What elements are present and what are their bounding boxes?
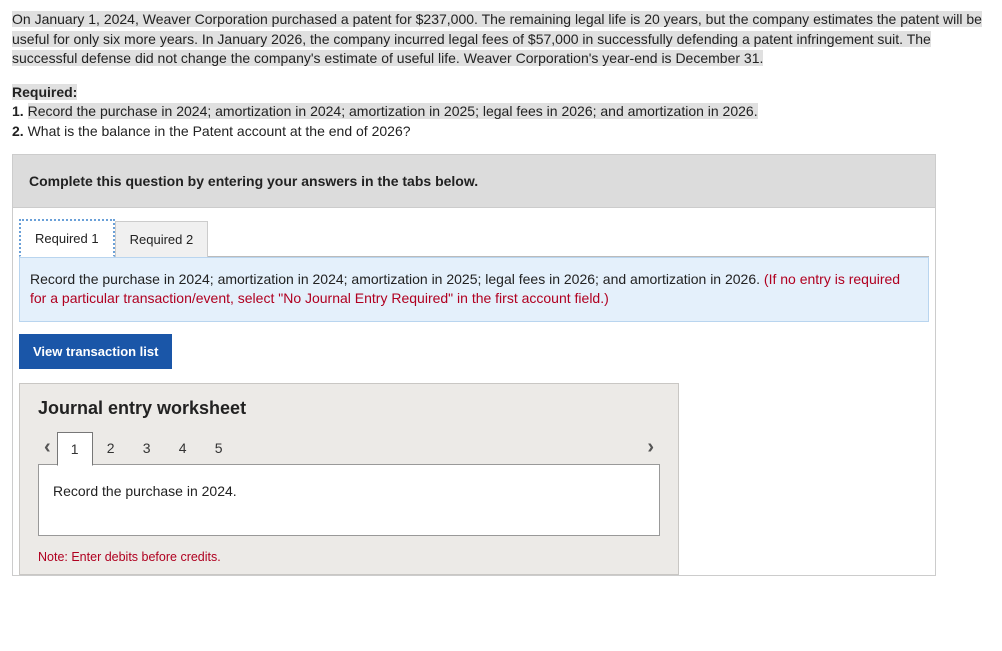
step-label: 2 <box>107 440 115 456</box>
worksheet-note: Note: Enter debits before credits. <box>38 550 660 564</box>
step-label: 3 <box>143 440 151 456</box>
required-text-2: What is the balance in the Patent accoun… <box>28 123 411 139</box>
view-transaction-list-button[interactable]: View transaction list <box>19 334 172 369</box>
tab-required-2[interactable]: Required 2 <box>115 221 209 257</box>
worksheet-nav: ‹ 1 2 3 4 5 › <box>38 431 660 465</box>
tab-label: Required 2 <box>130 232 194 247</box>
problem-text: On January 1, 2024, Weaver Corporation p… <box>12 11 982 66</box>
journal-entry-worksheet: Journal entry worksheet ‹ 1 2 3 4 5 › Re… <box>19 383 679 575</box>
required-num-2: 2. <box>12 123 24 139</box>
step-2[interactable]: 2 <box>93 431 129 465</box>
worksheet-body: Record the purchase in 2024. <box>38 464 660 536</box>
tabs-row: Required 1 Required 2 <box>13 208 935 256</box>
instruction-bar: Complete this question by entering your … <box>13 155 935 208</box>
required-block: Required: 1. Record the purchase in 2024… <box>12 83 990 142</box>
step-5[interactable]: 5 <box>201 431 237 465</box>
tab-label: Required 1 <box>35 231 99 246</box>
required-heading: Required: <box>12 84 77 100</box>
worksheet-steps: ‹ 1 2 3 4 5 <box>38 431 237 465</box>
chevron-right-icon[interactable]: › <box>641 432 660 463</box>
step-1[interactable]: 1 <box>57 432 93 466</box>
required-num-1: 1. <box>12 103 24 119</box>
worksheet-body-text: Record the purchase in 2024. <box>53 483 237 499</box>
step-label: 4 <box>179 440 187 456</box>
tab-content: Record the purchase in 2024; amortizatio… <box>19 257 929 322</box>
worksheet-title: Journal entry worksheet <box>38 398 660 419</box>
tab-required-1[interactable]: Required 1 <box>19 219 115 257</box>
chevron-left-icon[interactable]: ‹ <box>38 432 57 463</box>
step-3[interactable]: 3 <box>129 431 165 465</box>
required-text-1: Record the purchase in 2024; amortizatio… <box>28 103 758 119</box>
step-label: 1 <box>71 441 79 457</box>
step-label: 5 <box>215 440 223 456</box>
view-btn-label: View transaction list <box>33 344 158 359</box>
tab-content-main: Record the purchase in 2024; amortizatio… <box>30 271 764 287</box>
answer-panel: Complete this question by entering your … <box>12 154 936 576</box>
problem-statement: On January 1, 2024, Weaver Corporation p… <box>12 10 990 69</box>
step-4[interactable]: 4 <box>165 431 201 465</box>
